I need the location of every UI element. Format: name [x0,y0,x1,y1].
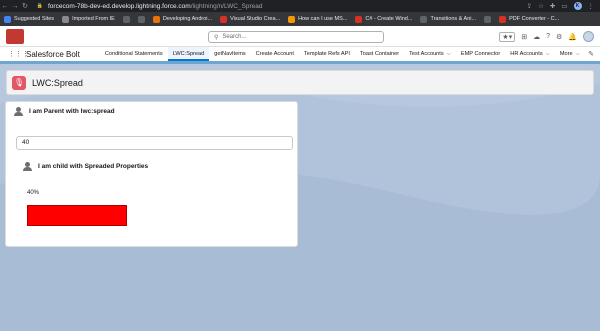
share-icon[interactable]: ⇪ [527,2,532,10]
back-icon[interactable]: ← [0,3,10,10]
header-actions: ★▾ ⊞ ☁ ? ⚙ 🔔 [499,31,594,42]
nav-tab-label: More [559,51,573,57]
bookmark-label: C# - Create Wind... [365,16,413,22]
extension-icon[interactable]: ✚ [550,2,555,10]
bookmark-favicon-icon [420,15,428,23]
url-path: /lightning/n/LWC_Spread [190,2,263,10]
page-title: LWC:Spread [32,77,83,88]
bookmark-favicon-icon [4,15,11,23]
notification-bell-icon[interactable]: 🔔 [568,33,577,41]
nav-tab-label: HR Accounts [510,51,543,57]
url-host: forcecom-78b-dev-ed.develop.lightning.fo… [48,2,191,10]
search-icon: ⚲ [214,34,219,41]
nav-tab-label: LWC:Spread [172,51,205,57]
browser-actions: ⇪ ☆ ✚ ▭ K ⋮ [527,2,594,10]
user-icon [23,162,32,171]
reload-icon[interactable]: ↻ [20,2,30,10]
parent-card-header: I am Parent with lwc:spread [14,107,115,116]
global-header: ⚲ Search... ★▾ ⊞ ☁ ? ⚙ 🔔 [0,26,600,47]
edit-nav-icon[interactable]: ✎ [588,50,594,58]
setup-gear-icon[interactable]: ⚙ [556,33,562,41]
microphone-icon: 🎙 [12,75,26,90]
org-logo[interactable] [6,29,24,44]
bookmark-label: Visual Studio Crea... [230,16,281,22]
chevron-down-icon[interactable]: ⌵ [546,51,550,57]
search-placeholder: Search... [222,34,247,40]
bookmark-label: Imported From IE [72,16,115,22]
help-icon[interactable]: ? [546,33,550,40]
app-name: Salesforce Bolt [26,49,80,59]
app-launcher-icon[interactable]: ⋮⋮⋮ [8,50,29,58]
bookmark-favicon-icon [122,15,130,23]
bookmark-favicon-icon [499,15,507,23]
bookmark-label: Suggested Sites [14,16,55,22]
global-search[interactable]: ⚲ Search... [208,31,384,43]
favorites-star-icon[interactable]: ★▾ [499,31,516,42]
user-avatar[interactable] [583,31,594,42]
page-header: 🎙 LWC:Spread [6,70,594,95]
menu-icon[interactable]: ⋮ [588,2,595,10]
parent-card-title: I am Parent with lwc:spread [29,108,115,115]
address-bar[interactable]: forcecom-78b-dev-ed.develop.lightning.fo… [48,3,527,10]
nav-tab-toast-container[interactable]: Toast Container [355,47,404,61]
nav-tab-template-refs-api[interactable]: Template Refs API [299,47,355,61]
bookmark-star-icon[interactable]: ☆ [538,2,544,10]
bookmark-item[interactable]: PDF Converter - C... [499,15,560,23]
split-view-icon[interactable]: ▭ [561,2,567,10]
bookmark-item[interactable]: How can I use MS... [288,15,348,23]
nav-tab-label: Create Account [255,51,294,57]
bookmark-label: PDF Converter - C... [509,16,560,22]
bookmark-item[interactable]: Suggested Sites [4,15,55,23]
bookmark-item[interactable] [137,15,145,23]
bookmark-label: Transitions & Ani... [430,16,477,22]
bookmark-favicon-icon [137,15,145,23]
trailhead-icon[interactable]: ☁ [533,33,540,41]
bookmark-favicon-icon [288,15,296,23]
forward-icon[interactable]: → [10,3,20,10]
add-icon[interactable]: ⊞ [521,33,527,41]
bookmark-label: Developing Androi... [162,16,213,22]
nav-tab-label: Template Refs API [303,51,350,57]
nav-tab-hr-accounts[interactable]: HR Accounts ⌵ [505,47,555,61]
bookmark-item[interactable] [484,15,492,23]
nav-tab-label: EMP Connector [460,51,501,57]
percent-input[interactable]: 40 [16,136,293,150]
lock-icon[interactable]: 🔒 [36,3,44,9]
bookmark-item[interactable]: Visual Studio Crea... [220,15,281,23]
bookmark-favicon-icon [355,15,363,23]
child-card-header: I am child with Spreaded Properties [23,162,148,171]
browser-toolbar: ← → ↻ 🔒 forcecom-78b-dev-ed.develop.ligh… [0,0,600,12]
percent-label: 40% [27,190,40,196]
bookmark-item[interactable]: Imported From IE [62,15,115,23]
nav-tab-test-accounts[interactable]: Test Accounts ⌵ [404,47,456,61]
nav-tab-getnavitems[interactable]: getNavItems [209,47,250,61]
nav-tab-label: getNavItems [214,51,246,57]
bookmark-favicon-icon [62,15,70,23]
nav-tab-more[interactable]: More ⌵ [555,47,585,61]
bookmarks-bar: Suggested Sites Imported From IE Developin… [0,12,600,26]
nav-tab-create-account[interactable]: Create Account [251,47,299,61]
bookmark-item[interactable]: Developing Androi... [152,15,213,23]
nav-tab-label: Conditional Statements [104,51,163,57]
app-nav-bar: ⋮⋮⋮ Salesforce Bolt Conditional Statemen… [0,47,600,64]
nav-tab-label: Toast Container [359,51,400,57]
progress-bar [27,205,127,226]
nav-tab-conditional-statements[interactable]: Conditional Statements [100,47,168,61]
chevron-down-icon[interactable]: ⌵ [447,51,451,57]
bookmark-favicon-icon [484,15,492,23]
bookmark-item[interactable]: C# - Create Wind... [355,15,413,23]
child-card-title: I am child with Spreaded Properties [38,163,149,170]
profile-avatar[interactable]: K [573,2,582,10]
bookmark-favicon-icon [152,15,160,23]
nav-tab-lwc-spread[interactable]: LWC:Spread [167,47,210,61]
bookmark-label: How can I use MS... [298,16,348,22]
bookmark-favicon-icon [220,15,228,23]
user-icon [14,107,23,116]
nav-tab-label: Test Accounts [409,51,444,57]
bookmark-item[interactable]: Transitions & Ani... [420,15,477,23]
parent-card: I am Parent with lwc:spread 40 I am chil… [5,101,298,247]
nav-tab-emp-connector[interactable]: EMP Connector [456,47,505,61]
chevron-down-icon[interactable]: ⌵ [576,51,580,57]
bookmark-item[interactable] [122,15,130,23]
